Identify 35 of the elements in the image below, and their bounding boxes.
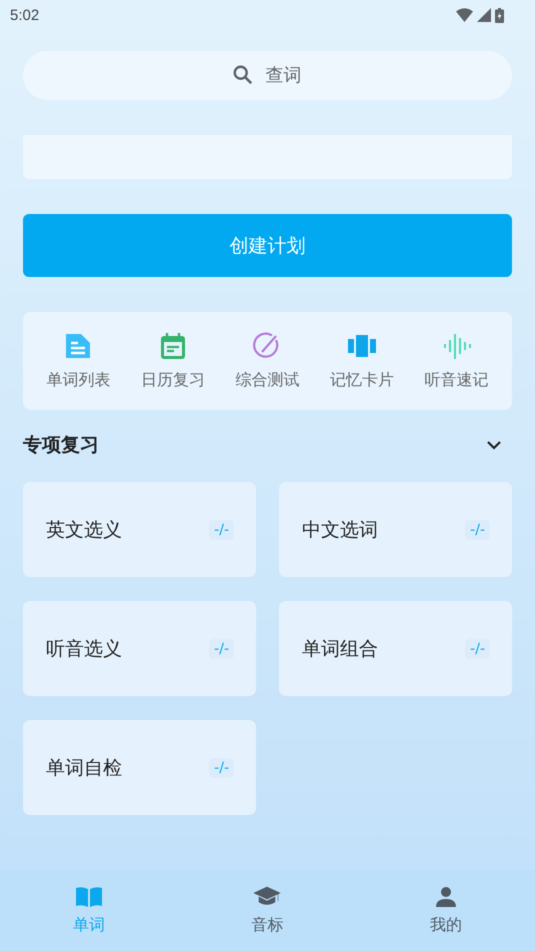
- status-time: 5:02: [10, 6, 40, 24]
- score-badge: -/-: [465, 638, 490, 658]
- book-icon: [75, 885, 104, 909]
- pencil-icon[interactable]: [253, 332, 282, 360]
- nav-tab[interactable]: 音标: [217, 885, 318, 936]
- score-badge: -/-: [465, 520, 490, 540]
- review-label: 单词自检: [46, 756, 122, 780]
- review-card[interactable]: 单词自检 -/-: [23, 720, 256, 815]
- tool-label[interactable]: 综合测试: [235, 370, 300, 390]
- review-card[interactable]: 英文选义 -/-: [23, 482, 256, 577]
- wifi-icon: [456, 8, 473, 22]
- tool-label[interactable]: 听音速记: [424, 370, 489, 390]
- score-badge: -/-: [209, 638, 234, 658]
- nav-tab[interactable]: 我的: [396, 885, 496, 936]
- calendar-icon[interactable]: [158, 332, 187, 360]
- tool-label[interactable]: 记忆卡片: [330, 370, 394, 390]
- document-icon[interactable]: [64, 332, 92, 360]
- tool-label[interactable]: 日历复习: [140, 370, 205, 390]
- create-plan-button[interactable]: 创建计划: [23, 214, 512, 277]
- review-label: 听音选义: [46, 636, 122, 662]
- review-label: 单词组合: [302, 636, 378, 662]
- review-card[interactable]: 听音选义 -/-: [23, 601, 256, 696]
- section-title: 专项复习: [23, 433, 99, 458]
- score-badge: -/-: [209, 520, 234, 540]
- score-badge: -/-: [209, 758, 234, 778]
- sound-wave-icon[interactable]: [442, 332, 471, 360]
- search-field[interactable]: 查词: [23, 51, 512, 100]
- review-label: 英文选义: [46, 518, 122, 542]
- review-label: 中文选词: [302, 518, 378, 542]
- signal-icon: [477, 8, 491, 22]
- review-card[interactable]: 中文选词 -/-: [279, 482, 512, 577]
- battery-icon: [495, 8, 504, 22]
- search-icon: [232, 64, 254, 86]
- review-card[interactable]: 单词组合 -/-: [279, 601, 512, 696]
- tool-label[interactable]: 单词列表: [46, 370, 110, 390]
